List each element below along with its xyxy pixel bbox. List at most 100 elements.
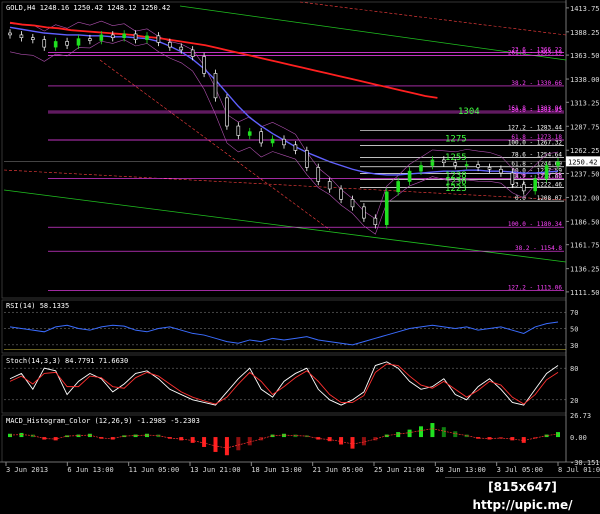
price-tick-label: 1363.50 xyxy=(570,52,600,60)
candle-body xyxy=(31,37,35,40)
candle-body xyxy=(350,199,355,208)
time-tick-label: 8 Jul 01:00 xyxy=(558,466,600,474)
time-tick-label: 28 Jun 13:00 xyxy=(435,466,486,474)
candle-body xyxy=(145,35,149,40)
time-tick-label: 18 Jun 13:00 xyxy=(251,466,302,474)
candle-body xyxy=(110,34,115,39)
fib-level-label: 127.2 - 1113.06 xyxy=(508,284,563,291)
candle-body xyxy=(282,138,286,146)
watermark-text: [815x647] http://upic.me/ xyxy=(445,477,600,512)
macd-histogram-bar xyxy=(350,437,355,449)
macd-histogram-bar xyxy=(441,427,446,438)
price-tick-label: 1161.75 xyxy=(570,242,600,250)
time-tick-label: 3 Jul 05:00 xyxy=(497,466,543,474)
macd-histogram-bar xyxy=(213,437,218,452)
candle-body xyxy=(339,188,343,200)
pivot-price-label: 1275 xyxy=(445,134,467,144)
candle-body xyxy=(122,33,126,39)
macd-histogram-bar xyxy=(247,437,252,446)
stoch-tick-label: 80 xyxy=(570,365,578,373)
candle-body xyxy=(236,125,241,136)
fib-level-label: 38.2 - 1330.66 xyxy=(511,80,562,87)
macd-histogram-bar xyxy=(407,429,412,438)
pivot-price-label: 1223 xyxy=(445,184,467,194)
macd-histogram-bar xyxy=(224,437,229,456)
candle-body xyxy=(510,172,515,185)
macd-histogram-bar xyxy=(339,437,344,445)
candle-body xyxy=(76,38,81,46)
fib-level-label: 100.0 - 1267.32 xyxy=(508,139,563,146)
symbol-header: GOLD,H4 1248.16 1250.42 1248.12 1250.42 xyxy=(6,4,170,12)
candle-body xyxy=(293,144,298,151)
candle-body xyxy=(362,206,366,219)
macd-title: MACD_Histogram_Color (12,26,9) -1.2985 -… xyxy=(6,417,200,425)
candle-body xyxy=(65,41,69,46)
candle-body xyxy=(556,161,560,166)
candle-body xyxy=(316,167,321,182)
candle-body xyxy=(42,39,47,48)
trendline-dashed xyxy=(3,169,567,201)
fib-level-label: 100.0 - 1180.34 xyxy=(508,221,563,228)
stoch-line xyxy=(9,363,559,405)
time-tick-label: 11 Jun 05:00 xyxy=(129,466,180,474)
candle-body xyxy=(487,167,492,170)
price-tick-label: 1388.25 xyxy=(570,29,600,37)
candle-body xyxy=(430,159,435,166)
time-tick-label: 21 Jun 05:00 xyxy=(313,466,364,474)
moving-average-line xyxy=(9,26,559,176)
candle-body xyxy=(464,164,469,166)
fib-level-label: 38.2 - 1154.8 xyxy=(515,245,562,252)
macd-histogram-bar xyxy=(236,437,241,451)
rsi-tick-label: 50 xyxy=(570,326,578,334)
candle-body xyxy=(179,46,184,51)
fib-level-label: 0.0 - 1208.07 xyxy=(515,195,562,202)
macd-tick-label: 26.73 xyxy=(570,412,591,420)
fib-level-label: 50.0 - 1301.93 xyxy=(511,107,562,114)
candle-body xyxy=(133,33,138,40)
price-tick-label: 1313.25 xyxy=(570,99,600,107)
candle-body xyxy=(453,162,458,166)
price-tick-label: 1287.75 xyxy=(570,123,600,131)
candle-body xyxy=(225,97,229,127)
candle-body xyxy=(190,49,195,57)
current-price-label: 1250.42 xyxy=(568,158,598,166)
pivot-price-label: 1304 xyxy=(458,107,480,117)
candle-body xyxy=(305,150,309,168)
macd-histogram-bar xyxy=(190,437,195,443)
time-tick-label: 25 Jun 21:00 xyxy=(374,466,425,474)
macd-histogram-bar xyxy=(202,437,207,447)
candle-body xyxy=(499,168,503,174)
price-tick-label: 1111.50 xyxy=(570,289,600,297)
rsi-tick-label: 70 xyxy=(570,309,578,317)
envelope-upper xyxy=(9,20,559,220)
candle-body xyxy=(419,165,423,172)
rsi-title: RSI(14) 58.1335 xyxy=(6,302,69,310)
price-tick-label: 1186.50 xyxy=(570,218,600,226)
price-tick-label: 1338.00 xyxy=(570,76,600,84)
stoch-tick-label: 20 xyxy=(570,397,578,405)
candle-body xyxy=(521,183,526,192)
macd-histogram-bar xyxy=(419,426,423,438)
candle-body xyxy=(407,170,412,182)
candle-body xyxy=(202,56,206,74)
price-tick-label: 1413.75 xyxy=(570,5,600,13)
time-tick-label: 3 Jun 2013 xyxy=(6,466,48,474)
rsi-line xyxy=(9,321,559,346)
time-tick-label: 6 Jun 13:00 xyxy=(67,466,113,474)
macd-signal-line xyxy=(9,428,559,449)
fib-level-label: 23.6 - 1366.22 xyxy=(511,47,562,54)
candle-body xyxy=(373,217,378,226)
candle-body xyxy=(8,32,12,36)
candle-body xyxy=(533,178,537,192)
rsi-tick-label: 30 xyxy=(570,342,578,350)
candle-body xyxy=(476,164,480,168)
candle-body xyxy=(259,131,263,144)
price-tick-label: 1136.25 xyxy=(570,266,600,274)
candle-body xyxy=(19,34,24,39)
moving-average-line xyxy=(9,21,438,99)
candle-body xyxy=(270,138,275,144)
stoch-title: Stoch(14,3,3) 84.7791 71.6630 xyxy=(6,357,128,365)
candle-body xyxy=(99,34,104,41)
candle-body xyxy=(53,41,58,48)
price-tick-label: 1212.00 xyxy=(570,194,600,202)
